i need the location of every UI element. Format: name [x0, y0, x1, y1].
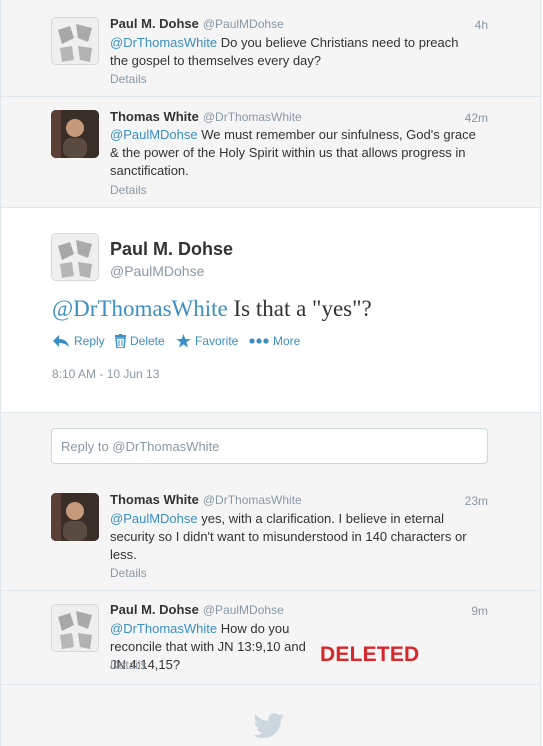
tweet-author[interactable]: Thomas White @DrThomasWhite — [110, 492, 302, 507]
tweet-text: @DrThomasWhite Is that a "yes"? — [52, 296, 372, 322]
tweet-body: Is that a "yes"? — [227, 296, 372, 321]
deleted-stamp: DELETED — [320, 643, 420, 666]
tweet-time[interactable]: 4h — [475, 18, 488, 32]
author-name[interactable]: Thomas White — [110, 109, 199, 124]
reply-input[interactable]: Reply to @DrThomasWhite — [51, 428, 488, 464]
tweet-timestamp[interactable]: 8:10 AM - 10 Jun 13 — [52, 367, 159, 381]
expanded-tweet: Paul M. Dohse @PaulMDohse @DrThomasWhite… — [1, 208, 540, 413]
avatar[interactable] — [51, 604, 99, 652]
mention-link[interactable]: @DrThomasWhite — [52, 296, 228, 321]
author-handle[interactable]: @PaulMDohse — [203, 17, 284, 31]
tweet-item[interactable]: Paul M. Dohse @PaulMDohse 9m @DrThomasWhi… — [1, 591, 540, 685]
tweet-author[interactable]: Paul M. Dohse @PaulMDohse — [110, 16, 284, 31]
more-label: More — [273, 334, 301, 348]
star-icon — [176, 334, 191, 348]
author-handle[interactable]: @DrThomasWhite — [203, 493, 302, 507]
mention-link[interactable]: @DrThomasWhite — [110, 621, 217, 636]
favorite-label: Favorite — [195, 334, 239, 348]
reply-label: Reply — [74, 334, 105, 348]
author-handle[interactable]: @PaulMDohse — [110, 263, 204, 279]
tweet-text: @DrThomasWhite Do you believe Christians… — [110, 34, 480, 70]
trash-icon — [115, 334, 126, 348]
delete-label: Delete — [130, 334, 165, 348]
author-name[interactable]: Paul M. Dohse — [110, 16, 199, 31]
tweet-item[interactable]: Thomas White @DrThomasWhite 23m @PaulMDoh… — [1, 482, 540, 591]
conversation-panel: Paul M. Dohse @PaulMDohse 4h @DrThomasWhi… — [0, 0, 541, 746]
tweet-item[interactable]: Thomas White @DrThomasWhite 42m @PaulMDoh… — [1, 97, 540, 208]
author-name[interactable]: Thomas White — [110, 492, 199, 507]
details-link[interactable]: Details — [110, 658, 147, 672]
tweet-text: @PaulMDohse We must remember our sinfuln… — [110, 126, 480, 180]
avatar[interactable] — [51, 493, 99, 541]
more-icon — [249, 338, 269, 344]
author-handle[interactable]: @PaulMDohse — [203, 603, 284, 617]
favorite-button[interactable]: Favorite — [176, 334, 238, 348]
avatar[interactable] — [51, 233, 99, 281]
reply-button[interactable]: Reply — [52, 334, 105, 348]
tweet-author[interactable]: Paul M. Dohse @PaulMDohse — [110, 602, 284, 617]
mention-link[interactable]: @PaulMDohse — [110, 127, 198, 142]
tweet-item[interactable]: Paul M. Dohse @PaulMDohse 4h @DrThomasWhi… — [1, 0, 540, 97]
details-link[interactable]: Details — [110, 183, 147, 197]
author-handle[interactable]: @DrThomasWhite — [203, 110, 302, 124]
tweet-time[interactable]: 42m — [465, 111, 488, 125]
mention-link[interactable]: @DrThomasWhite — [110, 35, 217, 50]
avatar[interactable] — [51, 17, 99, 65]
details-link[interactable]: Details — [110, 72, 147, 86]
details-link[interactable]: Details — [110, 566, 147, 580]
tweet-time[interactable]: 23m — [465, 494, 488, 508]
tweet-text: @PaulMDohse yes, with a clarification. I… — [110, 510, 480, 564]
more-button[interactable]: More — [249, 334, 300, 348]
tweet-author[interactable]: Thomas White @DrThomasWhite — [110, 109, 302, 124]
reply-icon — [53, 335, 69, 347]
tweet-time[interactable]: 9m — [471, 604, 488, 618]
twitter-bird-icon — [253, 713, 284, 739]
author-name[interactable]: Paul M. Dohse — [110, 239, 233, 260]
mention-link[interactable]: @PaulMDohse — [110, 511, 198, 526]
avatar[interactable] — [51, 110, 99, 158]
author-name[interactable]: Paul M. Dohse — [110, 602, 199, 617]
delete-button[interactable]: Delete — [115, 334, 165, 348]
